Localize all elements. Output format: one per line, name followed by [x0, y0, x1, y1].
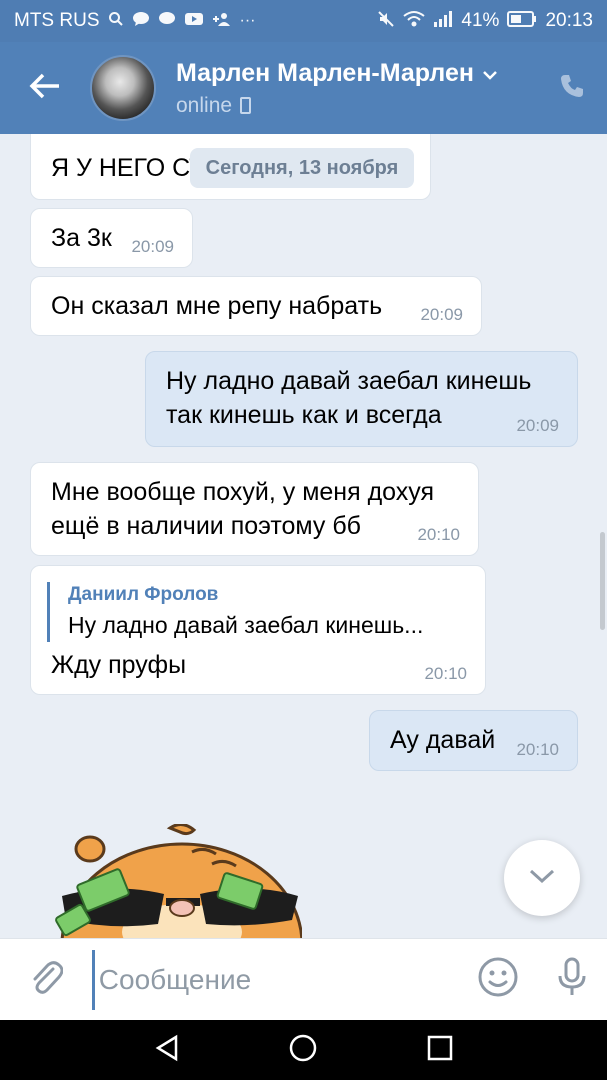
mobile-device-icon	[240, 97, 252, 114]
message-text: Ну ладно давай заебал кинешь	[166, 367, 532, 395]
message-bubble-incoming[interactable]: За 3к 20:09	[30, 208, 193, 268]
mute-icon	[377, 10, 395, 33]
microphone-icon	[555, 956, 589, 1003]
message-feed[interactable]: Я У НЕГО СТ Сегодня, 13 ноября За 3к 20:…	[0, 134, 607, 938]
message-bubble-outgoing[interactable]: Ну ладно давай заебал кинешь так кинешь …	[145, 351, 578, 447]
chevron-down-icon	[527, 867, 557, 890]
message-text: ещё в наличии поэтому бб	[51, 512, 361, 540]
attach-button[interactable]	[0, 939, 92, 1021]
battery-percent: 41%	[461, 10, 500, 31]
search-status-icon	[108, 11, 124, 32]
back-button[interactable]	[0, 42, 90, 134]
chevron-down-icon	[482, 59, 498, 88]
reply-author: Даниил Фролов	[68, 584, 219, 605]
youtube-status-icon	[184, 11, 204, 32]
arrow-left-icon	[29, 67, 61, 110]
contact-name-row: Марлен Марлен-Марлен	[176, 59, 537, 88]
message-text: Мне вообще похуй, у меня дохуя	[51, 478, 435, 506]
battery-icon	[507, 10, 537, 33]
contact-status-row: online	[176, 94, 537, 118]
online-status: online	[176, 93, 233, 117]
hamster-sticker[interactable]	[52, 823, 304, 938]
avatar[interactable]	[90, 55, 156, 121]
chat-status-icon	[132, 11, 150, 32]
add-contact-status-icon	[212, 11, 232, 32]
message-bubble-outgoing[interactable]: Ау давай 20:10	[369, 710, 578, 771]
clock: 20:13	[545, 10, 593, 31]
message-time: 20:09	[131, 237, 174, 256]
signal-icon	[433, 10, 453, 33]
voice-button[interactable]	[536, 939, 607, 1021]
more-status-icon: ···	[239, 12, 256, 29]
contact-name: Марлен Марлен-Марлен	[176, 58, 474, 87]
message-text: Жду пруфы	[51, 651, 187, 679]
status-bar: MTS RUS ··· 41% 20:13	[0, 0, 607, 42]
date-chip: Сегодня, 13 ноября	[190, 148, 414, 188]
emoji-button[interactable]	[460, 939, 536, 1021]
call-button[interactable]	[537, 42, 607, 134]
smile-icon	[477, 956, 519, 1003]
message-status-icon	[158, 11, 176, 32]
phone-icon	[558, 72, 586, 105]
message-bubble-incoming[interactable]: Мне вообще похуй, у меня дохуя ещё в нал…	[30, 462, 479, 556]
message-input[interactable]	[91, 949, 460, 1010]
message-text: Он сказал мне репу набрать	[51, 292, 383, 320]
chat-header: Марлен Марлен-Марлен online	[0, 42, 607, 134]
message-text: так кинешь как и всегда	[166, 401, 442, 429]
message-time: 20:10	[424, 664, 467, 683]
message-time: 20:10	[516, 740, 559, 759]
nav-back-button[interactable]	[154, 1034, 180, 1067]
scrollbar[interactable]	[600, 532, 605, 630]
paperclip-icon	[29, 957, 64, 1002]
message-time: 20:09	[516, 416, 559, 435]
nav-home-button[interactable]	[288, 1033, 318, 1068]
message-composer	[0, 938, 607, 1020]
contact-info[interactable]: Марлен Марлен-Марлен online	[176, 59, 537, 118]
message-bubble-reply[interactable]: Даниил Фролов Ну ладно давай заебал кине…	[30, 565, 486, 695]
reply-quote[interactable]: Даниил Фролов Ну ладно давай заебал кине…	[47, 582, 465, 642]
nav-recents-button[interactable]	[427, 1035, 453, 1066]
system-nav-bar	[0, 1020, 607, 1080]
message-bubble-incoming[interactable]: Он сказал мне репу набрать 20:09	[30, 276, 482, 336]
reply-text: Ну ладно давай заебал кинешь...	[68, 612, 424, 638]
scroll-down-button[interactable]	[504, 840, 580, 916]
carrier-label: MTS RUS	[14, 10, 100, 31]
wifi-icon	[403, 10, 426, 33]
message-time: 20:09	[420, 305, 463, 324]
message-time: 20:10	[417, 525, 460, 544]
